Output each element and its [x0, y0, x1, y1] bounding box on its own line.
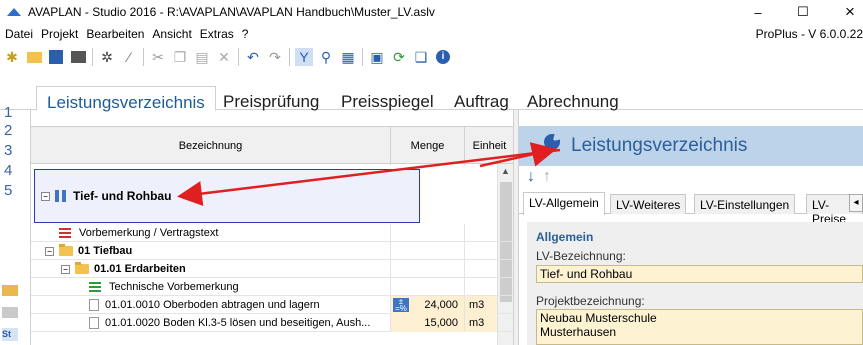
arrow-to-tree-icon	[177, 148, 561, 206]
annotation-arrows	[177, 142, 561, 206]
